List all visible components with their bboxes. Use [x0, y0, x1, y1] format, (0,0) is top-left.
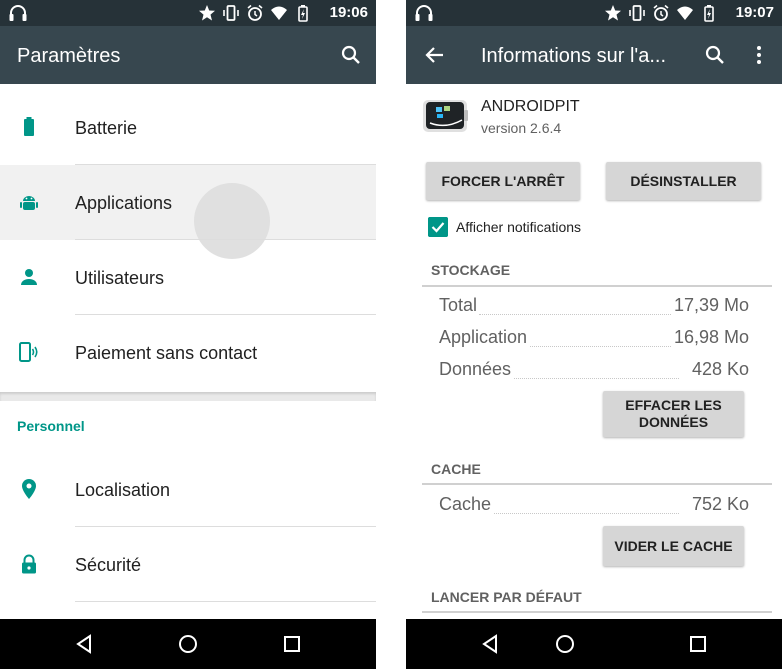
status-bar: 19:07	[406, 0, 782, 26]
app-name: ANDROIDPIT	[481, 98, 580, 115]
dotted-leader	[479, 513, 679, 514]
headphones-icon	[9, 5, 27, 21]
settings-item-contactless[interactable]: Paiement sans contact	[0, 315, 376, 390]
settings-item-label: Localisation	[75, 480, 171, 500]
location-icon	[22, 479, 36, 499]
app-bar: Paramètres	[0, 26, 376, 84]
vibrate-icon	[222, 4, 240, 22]
battery-icon	[24, 117, 34, 136]
storage-value: 17,39 Mo	[671, 295, 749, 316]
status-bar: 19:06	[0, 0, 376, 26]
clock: 19:06	[329, 4, 368, 21]
app-version: version 2.6.4	[481, 120, 562, 136]
android-icon	[20, 196, 38, 210]
checkbox-label: Afficher notifications	[456, 219, 582, 235]
androidpit-app-icon	[423, 100, 468, 132]
section-divider	[422, 285, 772, 287]
settings-item-label: Applications	[75, 193, 173, 213]
recents-nav-icon[interactable]	[281, 633, 303, 655]
settings-item-security[interactable]: Sécurité	[0, 527, 376, 602]
force-stop-button[interactable]: FORCER L'ARRÊT	[426, 162, 580, 200]
storage-row-application: Application 16,98 Mo	[439, 327, 749, 351]
settings-screen: 19:06 Paramètres Batterie Applications U…	[0, 0, 376, 669]
settings-item-battery[interactable]: Batterie	[0, 90, 376, 165]
storage-value: 16,98 Mo	[671, 327, 749, 348]
divider	[75, 601, 376, 602]
cache-row: Cache 752 Ko	[439, 494, 749, 518]
clock: 19:07	[735, 4, 774, 21]
dotted-leader	[479, 314, 679, 315]
app-info-screen: 19:07 Informations sur l'a... ANDROIDPIT…	[406, 0, 782, 669]
overflow-menu-icon[interactable]	[747, 43, 771, 67]
storage-key: Application	[439, 327, 530, 348]
person-icon	[21, 269, 37, 285]
settings-list: Batterie Applications Utilisateurs Paiem…	[0, 90, 376, 390]
settings-item-label: Utilisateurs	[75, 268, 165, 288]
storage-key: Données	[439, 359, 514, 380]
storage-row-total: Total 17,39 Mo	[439, 295, 749, 319]
back-nav-icon[interactable]	[73, 633, 95, 655]
storage-value: 428 Ko	[689, 359, 749, 380]
settings-list-personal: Localisation Sécurité	[0, 452, 376, 602]
nfc-phone-icon	[19, 342, 38, 362]
app-bar: Informations sur l'a...	[406, 26, 782, 84]
navigation-bar	[0, 619, 376, 669]
wifi-icon	[676, 4, 694, 22]
cache-key: Cache	[439, 494, 494, 515]
section-header: Personnel	[17, 418, 85, 434]
back-nav-icon[interactable]	[479, 633, 501, 655]
alarm-icon	[246, 4, 264, 22]
vibrate-icon	[628, 4, 646, 22]
star-icon	[604, 4, 622, 22]
lock-icon	[22, 554, 36, 574]
settings-item-label: Batterie	[75, 118, 138, 138]
section-title-cache: CACHE	[431, 461, 481, 477]
cache-value: 752 Ko	[689, 494, 749, 515]
storage-row-data: Données 428 Ko	[439, 359, 749, 383]
home-nav-icon[interactable]	[554, 633, 576, 655]
uninstall-button[interactable]: DÉSINSTALLER	[606, 162, 761, 200]
checkbox-checked-icon[interactable]	[428, 217, 448, 237]
search-icon[interactable]	[339, 43, 363, 67]
settings-item-users[interactable]: Utilisateurs	[0, 240, 376, 315]
section-divider	[422, 483, 772, 485]
recents-nav-icon[interactable]	[687, 633, 709, 655]
alarm-icon	[652, 4, 670, 22]
settings-item-applications[interactable]: Applications	[0, 165, 376, 259]
battery-charging-icon	[700, 4, 718, 22]
battery-charging-icon	[294, 4, 312, 22]
page-title: Informations sur l'a...	[481, 45, 666, 67]
settings-item-label: Paiement sans contact	[75, 343, 258, 363]
section-title-launch-default: LANCER PAR DÉFAUT	[431, 589, 582, 605]
headphones-icon	[415, 5, 433, 21]
search-icon[interactable]	[703, 43, 727, 67]
back-arrow-icon[interactable]	[423, 43, 447, 67]
storage-key: Total	[439, 295, 480, 316]
page-title: Paramètres	[17, 45, 121, 67]
navigation-bar	[406, 619, 782, 669]
clear-cache-button[interactable]: VIDER LE CACHE	[603, 526, 744, 566]
app-header: ANDROIDPIT version 2.6.4	[422, 96, 772, 140]
home-nav-icon[interactable]	[177, 633, 199, 655]
settings-item-location[interactable]: Localisation	[0, 452, 376, 527]
settings-item-label: Sécurité	[75, 555, 142, 575]
clear-data-button[interactable]: EFFACER LES DONNÉES	[603, 391, 744, 437]
star-icon	[198, 4, 216, 22]
wifi-icon	[270, 4, 288, 22]
section-separator	[0, 392, 376, 401]
section-title-storage: STOCKAGE	[431, 262, 511, 278]
section-divider	[422, 611, 772, 613]
